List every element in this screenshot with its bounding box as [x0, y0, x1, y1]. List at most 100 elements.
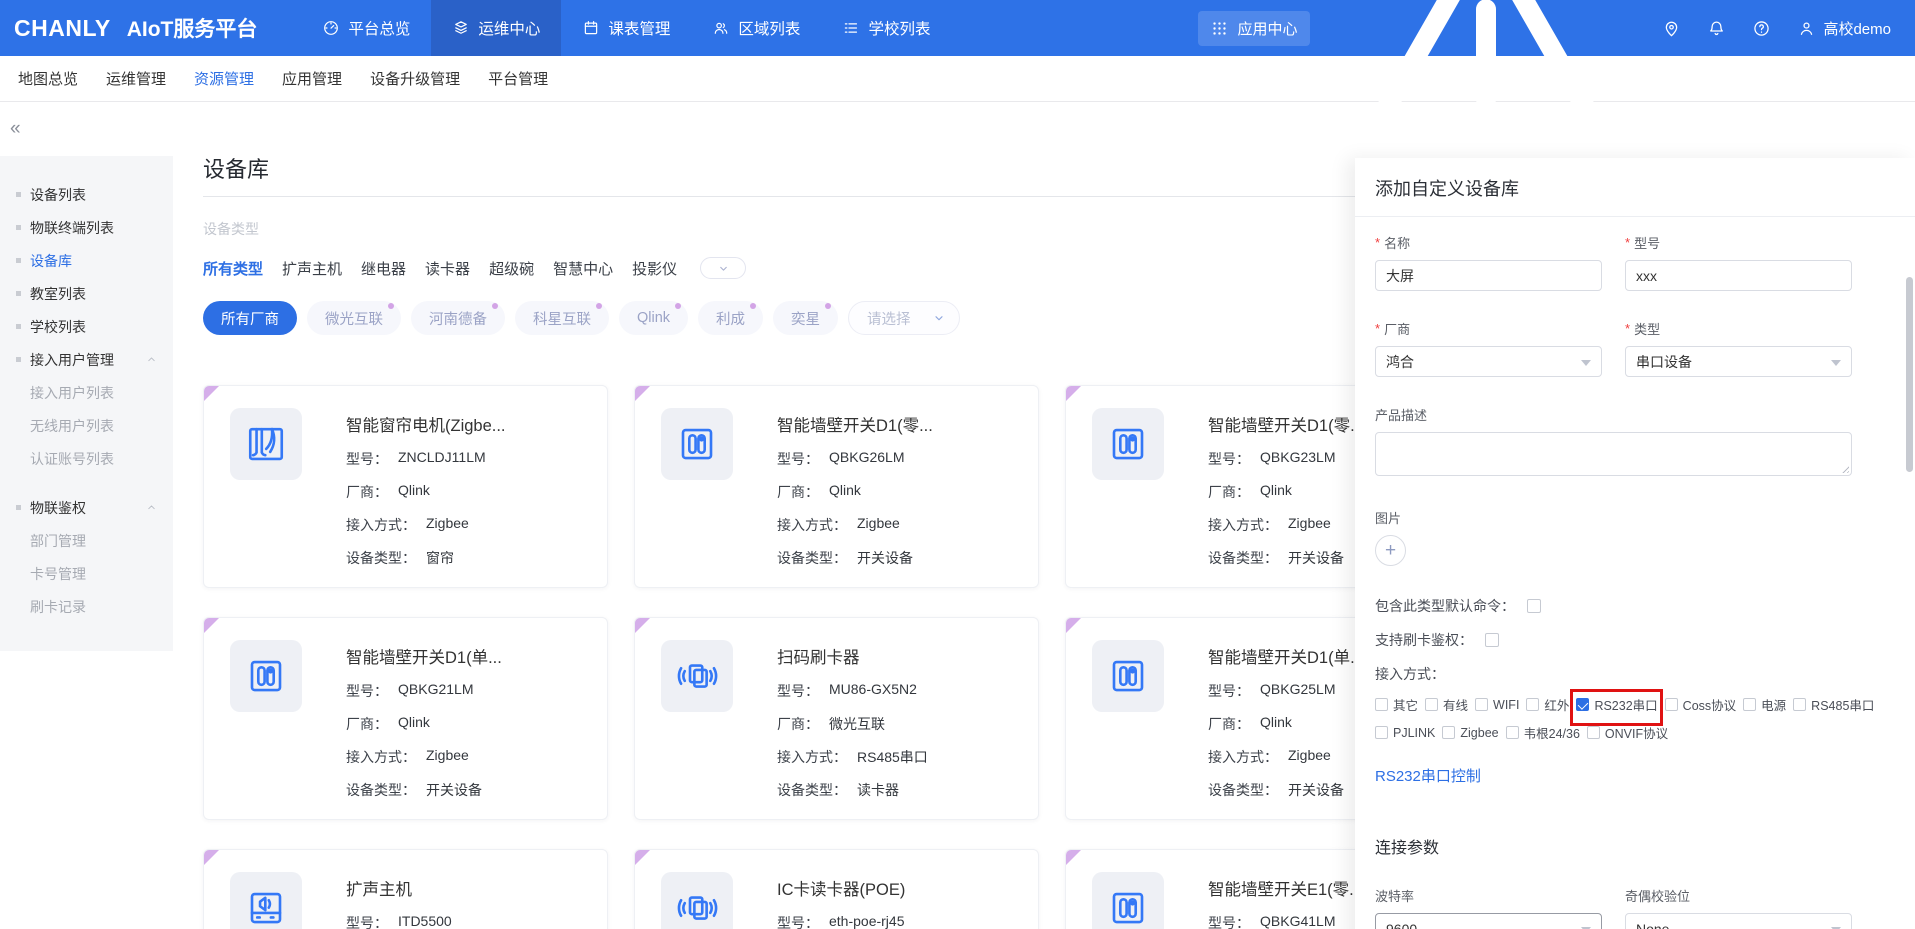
topnav-item-运维中心[interactable]: 运维中心: [431, 0, 561, 56]
rs232-control-link[interactable]: RS232串口控制: [1375, 765, 1481, 786]
type-tab-扩声主机[interactable]: 扩声主机: [282, 258, 342, 279]
card-vendor-value: Qlink: [1260, 714, 1292, 734]
device-card-title: 智能窗帘电机(Zigbe...: [346, 412, 607, 436]
device-card[interactable]: 扩声主机型号：ITD5500厂商：千立网络: [203, 849, 608, 929]
sidebar-item-刷卡记录[interactable]: 刷卡记录: [0, 590, 173, 623]
checkbox[interactable]: [1665, 698, 1678, 711]
collapse-sidebar-icon[interactable]: «: [0, 102, 173, 140]
access-mode-韦根24/36[interactable]: 韦根24/36: [1506, 723, 1580, 742]
topnav-item-平台总览[interactable]: 平台总览: [301, 0, 431, 56]
device-card[interactable]: 智能墙壁开关D1(零...型号：QBKG26LM厂商：Qlink接入方式：Zig…: [634, 385, 1039, 588]
checkbox[interactable]: [1743, 698, 1756, 711]
subnav-item-资源管理[interactable]: 资源管理: [194, 68, 254, 89]
type-tab-投影仪[interactable]: 投影仪: [632, 258, 677, 279]
topnav-item-课表管理[interactable]: 课表管理: [561, 0, 691, 56]
checkbox[interactable]: [1442, 726, 1455, 739]
vendor-pill-科星互联[interactable]: 科星互联: [515, 301, 609, 335]
bell-icon[interactable]: [1707, 19, 1726, 38]
vendor-pill-Qlink[interactable]: Qlink: [619, 301, 688, 335]
sidebar-item-设备库[interactable]: 设备库: [0, 244, 173, 277]
default-command-checkbox[interactable]: [1527, 599, 1541, 613]
device-card[interactable]: 扫码刷卡器型号：MU86-GX5N2厂商：微光互联接入方式：RS485串口设备类…: [634, 617, 1039, 820]
vendor-pill-河南德备[interactable]: 河南德备: [411, 301, 505, 335]
sidebar-item-部门管理[interactable]: 部门管理: [0, 524, 173, 557]
wall-switch-icon: [661, 408, 733, 480]
checkbox[interactable]: [1506, 726, 1519, 739]
access-mode-option-label: ONVIF协议: [1605, 723, 1668, 742]
subnav-item-运维管理[interactable]: 运维管理: [106, 68, 166, 89]
access-mode-ONVIF协议[interactable]: ONVIF协议: [1587, 723, 1668, 742]
type-tab-超级碗[interactable]: 超级碗: [489, 258, 534, 279]
checkbox[interactable]: [1375, 698, 1388, 711]
access-mode-option-label: 红外: [1544, 695, 1569, 714]
type-tab-智慧中心[interactable]: 智慧中心: [553, 258, 613, 279]
checkbox[interactable]: [1375, 726, 1388, 739]
help-icon[interactable]: [1752, 19, 1771, 38]
sidebar-item-设备列表[interactable]: 设备列表: [0, 178, 173, 211]
type-tab-继电器[interactable]: 继电器: [361, 258, 406, 279]
access-mode-PJLINK[interactable]: PJLINK: [1375, 726, 1435, 740]
pill-dot: [388, 303, 394, 309]
image-upload-button[interactable]: +: [1375, 535, 1406, 566]
checkbox[interactable]: [1793, 698, 1806, 711]
device-card[interactable]: IC卡读卡器(POE)型号：eth-poe-rj45厂商：科星互联: [634, 849, 1039, 929]
sidebar-item-认证账号列表[interactable]: 认证账号列表: [0, 442, 173, 475]
subnav-item-应用管理[interactable]: 应用管理: [282, 68, 342, 89]
access-mode-row-1: 其它有线WIFI红外RS232串口Coss协议电源RS485串口: [1375, 695, 1852, 714]
subnav-item-设备升级管理[interactable]: 设备升级管理: [370, 68, 460, 89]
access-mode-其它[interactable]: 其它: [1375, 695, 1418, 714]
access-mode-有线[interactable]: 有线: [1425, 695, 1468, 714]
sidebar-item-学校列表[interactable]: 学校列表: [0, 310, 173, 343]
device-type-select[interactable]: 串口设备: [1625, 346, 1852, 377]
sidebar-item-卡号管理[interactable]: 卡号管理: [0, 557, 173, 590]
parity-select[interactable]: None: [1625, 913, 1852, 929]
access-mode-红外[interactable]: 红外: [1526, 695, 1569, 714]
type-more-dropdown[interactable]: [700, 257, 746, 279]
name-input[interactable]: [1375, 260, 1602, 291]
access-mode-RS485串口[interactable]: RS485串口: [1793, 695, 1874, 714]
sidebar-item-教室列表[interactable]: 教室列表: [0, 277, 173, 310]
sidebar-item-物联鉴权[interactable]: 物联鉴权: [0, 491, 173, 524]
type-tab-读卡器[interactable]: 读卡器: [425, 258, 470, 279]
checkbox[interactable]: [1587, 726, 1600, 739]
checkbox[interactable]: [1576, 698, 1589, 711]
vendor-select[interactable]: 鸿合: [1375, 346, 1602, 377]
sidebar-item-物联终端列表[interactable]: 物联终端列表: [0, 211, 173, 244]
description-textarea[interactable]: [1375, 432, 1852, 476]
device-card[interactable]: 智能窗帘电机(Zigbe...型号：ZNCLDJ11LM厂商：Qlink接入方式…: [203, 385, 608, 588]
baud-rate-select[interactable]: 9600: [1375, 913, 1602, 929]
subnav-item-地图总览[interactable]: 地图总览: [18, 68, 78, 89]
card-field-type: 设备类型：窗帘: [346, 548, 607, 568]
pill-dot: [596, 303, 602, 309]
checkbox[interactable]: [1475, 698, 1488, 711]
description-label: 产品描述: [1375, 405, 1852, 424]
sidebar-item-无线用户列表[interactable]: 无线用户列表: [0, 409, 173, 442]
checkbox[interactable]: [1526, 698, 1539, 711]
access-mode-RS232串口[interactable]: RS232串口: [1576, 695, 1657, 714]
vendor-select-dropdown[interactable]: 请选择: [848, 301, 960, 335]
drawer-scrollbar[interactable]: [1906, 277, 1913, 472]
access-mode-Zigbee[interactable]: Zigbee: [1442, 726, 1498, 740]
type-tab-所有类型[interactable]: 所有类型: [203, 258, 263, 279]
user-menu[interactable]: 高校demo: [1797, 18, 1891, 39]
vendor-pill-微光互联[interactable]: 微光互联: [307, 301, 401, 335]
vendor-pill-所有厂商[interactable]: 所有厂商: [203, 301, 297, 335]
location-pin-icon[interactable]: [1662, 19, 1681, 38]
access-mode-Coss协议[interactable]: Coss协议: [1665, 695, 1736, 714]
device-card[interactable]: 智能墙壁开关D1(单...型号：QBKG21LM厂商：Qlink接入方式：Zig…: [203, 617, 608, 820]
access-mode-WIFI[interactable]: WIFI: [1475, 698, 1519, 712]
access-mode-label: 接入方式：: [1375, 664, 1852, 684]
app-center-button[interactable]: 应用中心: [1198, 11, 1310, 46]
sidebar-item-接入用户管理[interactable]: 接入用户管理: [0, 343, 173, 376]
model-input[interactable]: [1625, 260, 1852, 291]
topnav-item-区域列表[interactable]: 区域列表: [691, 0, 821, 56]
checkbox[interactable]: [1425, 698, 1438, 711]
sidebar-item-接入用户列表[interactable]: 接入用户列表: [0, 376, 173, 409]
vendor-pill-奕星[interactable]: 奕星: [773, 301, 838, 335]
access-mode-option-label: Coss协议: [1683, 695, 1736, 714]
subnav-item-平台管理[interactable]: 平台管理: [488, 68, 548, 89]
vendor-pill-利成[interactable]: 利成: [698, 301, 763, 335]
swipe-auth-checkbox[interactable]: [1485, 633, 1499, 647]
access-mode-电源[interactable]: 电源: [1743, 695, 1786, 714]
topnav-item-学校列表[interactable]: 学校列表: [821, 0, 951, 56]
